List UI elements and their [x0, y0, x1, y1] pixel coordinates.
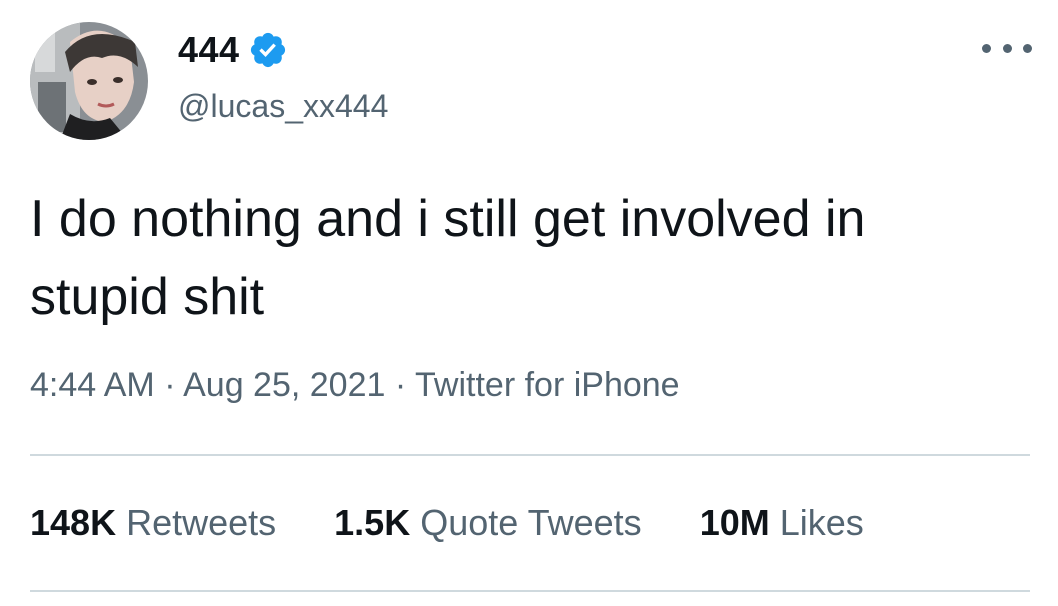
tweet-date[interactable]: Aug 25, 2021 — [183, 366, 385, 404]
author-handle[interactable]: @lucas_xx444 — [178, 88, 388, 125]
likes-stat[interactable]: 10M Likes — [700, 502, 864, 544]
tweet-source[interactable]: Twitter for iPhone — [415, 366, 680, 404]
divider — [30, 454, 1030, 456]
author-display-name[interactable]: 444 — [178, 29, 240, 71]
quote-tweets-label: Quote Tweets — [420, 502, 642, 543]
more-options-icon[interactable] — [982, 38, 1032, 58]
meta-separator: · — [164, 366, 184, 404]
quote-tweets-stat[interactable]: 1.5K Quote Tweets — [334, 502, 642, 544]
likes-label: Likes — [779, 502, 864, 543]
verified-badge-icon — [248, 30, 288, 70]
retweets-count: 148K — [30, 502, 117, 543]
tweet-meta: 4:44 AM · Aug 25, 2021 · Twitter for iPh… — [30, 366, 680, 405]
divider — [30, 590, 1030, 592]
avatar-photo — [30, 22, 148, 140]
retweets-label: Retweets — [126, 502, 277, 543]
tweet-time[interactable]: 4:44 AM — [30, 366, 155, 404]
tweet-card: 444 @lucas_xx444 I do nothing and i stil… — [0, 0, 1058, 606]
meta-separator: · — [394, 366, 416, 404]
tweet-text: I do nothing and i still get involved in… — [30, 180, 1020, 336]
engagement-stats: 148K Retweets 1.5K Quote Tweets 10M Like… — [30, 502, 864, 544]
tweet-text-line: stupid shit — [30, 268, 265, 326]
tweet-text-line: I do nothing and i still get involved in — [30, 190, 866, 248]
avatar[interactable] — [30, 22, 148, 140]
author-name-row: 444 — [178, 26, 288, 74]
retweets-stat[interactable]: 148K Retweets — [30, 502, 276, 544]
quote-tweets-count: 1.5K — [334, 502, 411, 543]
likes-count: 10M — [699, 502, 770, 543]
